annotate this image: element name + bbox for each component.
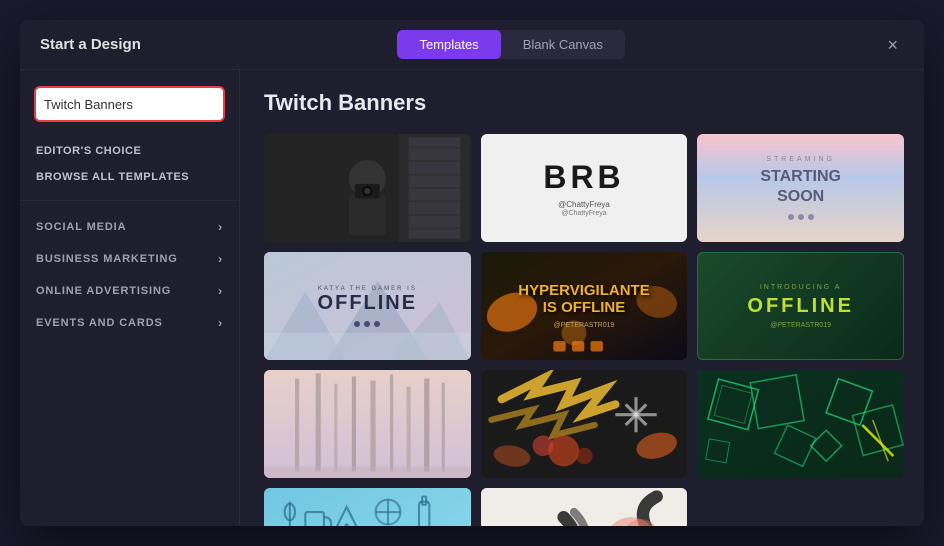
hypervig-overlay: HYPERVIGILANTEIS OFFLINE @PETERASTR019: [481, 252, 688, 360]
template-card-graffiti[interactable]: [481, 370, 688, 478]
card-content: INTRODUCING A OFFLINE @PETERASTR019: [698, 253, 903, 359]
chevron-right-icon: ›: [218, 220, 223, 234]
card-content: [264, 370, 471, 478]
modal-title: Start a Design: [40, 36, 141, 53]
chevron-right-icon: ›: [218, 284, 223, 298]
offline-text-overlay: KATYA THE GAMER IS OFFLINE: [264, 252, 471, 360]
template-card-food[interactable]: [264, 488, 471, 526]
template-card-streaming[interactable]: STREAMING STARTINGSOON: [697, 134, 904, 242]
template-card-hypervigilante[interactable]: HYPERVIGILANTEIS OFFLINE @PETERASTR019: [481, 252, 688, 360]
dot2: [798, 214, 804, 220]
tab-templates[interactable]: Templates: [397, 30, 500, 59]
template-card-offline-katya[interactable]: KATYA THE GAMER IS OFFLINE: [264, 252, 471, 360]
chevron-right-icon: ›: [218, 252, 223, 266]
card-content: BRB @ChattyFreya @ChattyFreya: [481, 134, 688, 242]
main-content: Twitch Banners: [240, 70, 924, 526]
card-content: [481, 370, 688, 478]
sidebar-category-label: BUSINESS MARKETING: [36, 253, 178, 265]
hypervig-handle: @PETERASTR019: [554, 322, 615, 329]
sidebar: × 🔍 EDITOR'S CHOICE BROWSE ALL TEMPLATES…: [20, 70, 240, 526]
sidebar-category-events-and-cards[interactable]: EVENTS AND CARDS ›: [20, 307, 239, 339]
start-a-design-modal: Start a Design Templates Blank Canvas × …: [20, 20, 924, 526]
template-card-brb[interactable]: BRB @ChattyFreya @ChattyFreya: [481, 134, 688, 242]
card-content: STREAMING STARTINGSOON: [697, 134, 904, 242]
hypervig-text: HYPERVIGILANTEIS OFFLINE: [518, 283, 649, 316]
graffiti-svg: [481, 370, 688, 478]
brb-handle: @ChattyFreya: [558, 200, 610, 209]
card-content: [481, 488, 688, 526]
offline-katya-text: OFFLINE: [318, 292, 418, 315]
production-label: INTRODUCING A: [760, 284, 842, 291]
offline2-handle: @PETERASTR019: [770, 322, 831, 329]
search-bar-container: × 🔍: [34, 86, 225, 122]
trees-svg: [264, 370, 471, 478]
sidebar-category-label: ONLINE ADVERTISING: [36, 285, 171, 297]
dot3: [374, 321, 380, 327]
page-title: Twitch Banners: [264, 90, 904, 116]
template-card-brush[interactable]: [481, 488, 688, 526]
starting-soon-text: STARTINGSOON: [760, 167, 841, 205]
geo-svg: [697, 370, 904, 478]
sidebar-item-browse-all-templates[interactable]: BROWSE ALL TEMPLATES: [20, 164, 239, 190]
card-content: [264, 134, 471, 242]
sidebar-category-online-advertising[interactable]: ONLINE ADVERTISING ›: [20, 275, 239, 307]
card-content: HYPERVIGILANTEIS OFFLINE @PETERASTR019: [481, 252, 688, 360]
dot1: [354, 321, 360, 327]
sidebar-item-editors-choice[interactable]: EDITOR'S CHOICE: [20, 138, 239, 164]
template-card-photographer[interactable]: [264, 134, 471, 242]
brb-main-text: BRB: [543, 159, 624, 196]
photographer-image: [264, 134, 471, 242]
tab-group: Templates Blank Canvas: [397, 30, 624, 59]
template-card-offline-green[interactable]: INTRODUCING A OFFLINE @PETERASTR019: [697, 252, 904, 360]
dot3: [808, 214, 814, 220]
offline2-overlay: INTRODUCING A OFFLINE @PETERASTR019: [698, 253, 903, 359]
templates-grid: BRB @ChattyFreya @ChattyFreya STREAMING …: [264, 134, 904, 526]
sidebar-category-business-marketing[interactable]: BUSINESS MARKETING ›: [20, 243, 239, 275]
card-content: [264, 488, 471, 526]
dot2: [364, 321, 370, 327]
dots-row: [788, 214, 814, 220]
brush-svg: [481, 488, 688, 526]
dot1: [788, 214, 794, 220]
offline2-text: OFFLINE: [747, 295, 854, 318]
sidebar-category-social-media[interactable]: SOCIAL MEDIA ›: [20, 211, 239, 243]
modal-body: × 🔍 EDITOR'S CHOICE BROWSE ALL TEMPLATES…: [20, 70, 924, 526]
food-svg: [264, 488, 471, 526]
close-button[interactable]: ×: [881, 34, 904, 56]
streaming-label: STREAMING: [766, 156, 835, 163]
sidebar-category-label: EVENTS AND CARDS: [36, 317, 163, 329]
sidebar-category-label: SOCIAL MEDIA: [36, 221, 126, 233]
modal-header: Start a Design Templates Blank Canvas ×: [20, 20, 924, 70]
search-input[interactable]: [36, 90, 225, 119]
sidebar-divider: [20, 200, 239, 201]
card-content: KATYA THE GAMER IS OFFLINE: [264, 252, 471, 360]
template-card-geometric[interactable]: [697, 370, 904, 478]
brb-overlay: BRB @ChattyFreya @ChattyFreya: [481, 134, 688, 242]
card-content: [697, 370, 904, 478]
tab-blank-canvas[interactable]: Blank Canvas: [501, 30, 625, 59]
brb-handle2: @ChattyFreya: [561, 210, 606, 217]
dots-row2: [354, 321, 380, 327]
chevron-right-icon: ›: [218, 316, 223, 330]
template-card-trees[interactable]: [264, 370, 471, 478]
streaming-overlay: STREAMING STARTINGSOON: [697, 134, 904, 242]
